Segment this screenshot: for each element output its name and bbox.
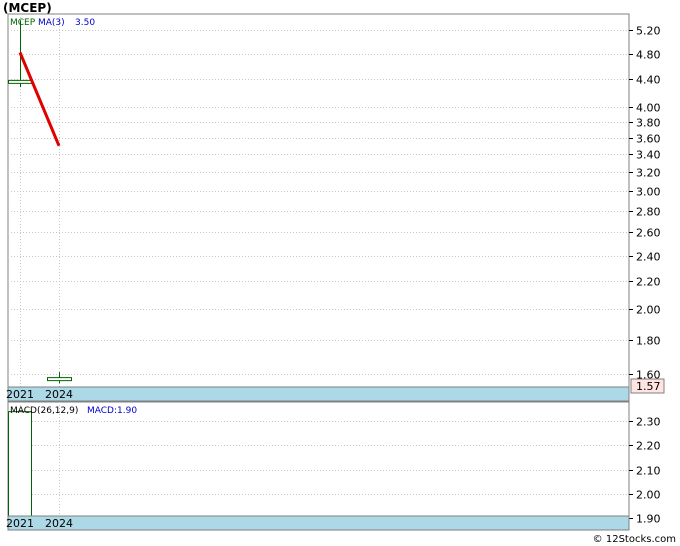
- macd-bars: [8, 411, 32, 531]
- price-y-tick-label: 4.00: [636, 102, 661, 115]
- chart-title: (MCEP): [3, 1, 52, 15]
- price-y-tick-label: 2.00: [636, 304, 661, 317]
- macd-legend-value: MACD:1.90: [87, 406, 137, 416]
- macd-bar: [8, 411, 32, 531]
- candle-body: [47, 377, 72, 382]
- chart-root: (MCEP) 5.20 4.80 4.40 4.00 3.80 3.60 3.40 3.20 3…: [3, 1, 676, 545]
- price-y-tick-label: 4.40: [636, 74, 661, 87]
- macd-x-axis-band: [7, 515, 630, 531]
- price-y-tick-label: 4.80: [636, 49, 661, 62]
- macd-y-tick-labels: 2.30 2.20 2.10 2.00 1.90: [629, 416, 661, 526]
- macd-y-tick-label: 2.10: [636, 465, 661, 478]
- macd-y-tick-label: 2.30: [636, 416, 661, 429]
- macd-x-tick-label: 2021: [6, 517, 34, 530]
- macd-legend-label: MACD(26,12,9): [10, 406, 78, 416]
- price-y-tick-label: 2.20: [636, 276, 661, 289]
- price-y-tick-label: 2.60: [636, 227, 661, 240]
- legend-ma-label: MA(3): [38, 18, 65, 28]
- price-y-tick-label: 5.20: [636, 25, 661, 38]
- price-y-tick-label: 2.80: [636, 206, 661, 219]
- price-y-tick-label: 1.80: [636, 335, 661, 348]
- price-y-tick-label: 2.40: [636, 251, 661, 264]
- price-x-tick-label: 2024: [45, 388, 73, 401]
- price-y-tick-label: 3.40: [636, 149, 661, 162]
- macd-y-tick-label: 2.20: [636, 440, 661, 453]
- legend-ma-value: 3.50: [75, 18, 95, 28]
- price-x-tick-label: 2021: [6, 388, 34, 401]
- legend-ticker: MCEP: [10, 18, 36, 28]
- price-y-tick-label: 3.00: [636, 186, 661, 199]
- price-y-tick-label: 3.20: [636, 167, 661, 180]
- candle-body: [8, 79, 33, 84]
- last-price-value: 1.57: [636, 380, 661, 393]
- price-panel: 5.20 4.80 4.40 4.00 3.80 3.60 3.40 3.20 3.00 2.80…: [6, 13, 665, 402]
- price-y-tick-label: 3.80: [636, 117, 661, 130]
- macd-x-tick-label: 2024: [45, 517, 73, 530]
- macd-y-tick-label: 1.90: [636, 513, 661, 526]
- price-y-tick-label: 3.60: [636, 133, 661, 146]
- watermark: © 12Stocks.com: [593, 534, 676, 545]
- macd-y-tick-label: 2.00: [636, 489, 661, 502]
- price-panel-frame: [7, 13, 630, 402]
- macd-panel: 2.30 2.20 2.10 2.00 1.90 2021 2024 MACD(26,12…: [6, 401, 661, 531]
- price-y-tick-labels: 5.20 4.80 4.40 4.00 3.80 3.60 3.40 3.20 3.00 2.80…: [629, 25, 661, 382]
- price-x-axis-band: [7, 386, 630, 402]
